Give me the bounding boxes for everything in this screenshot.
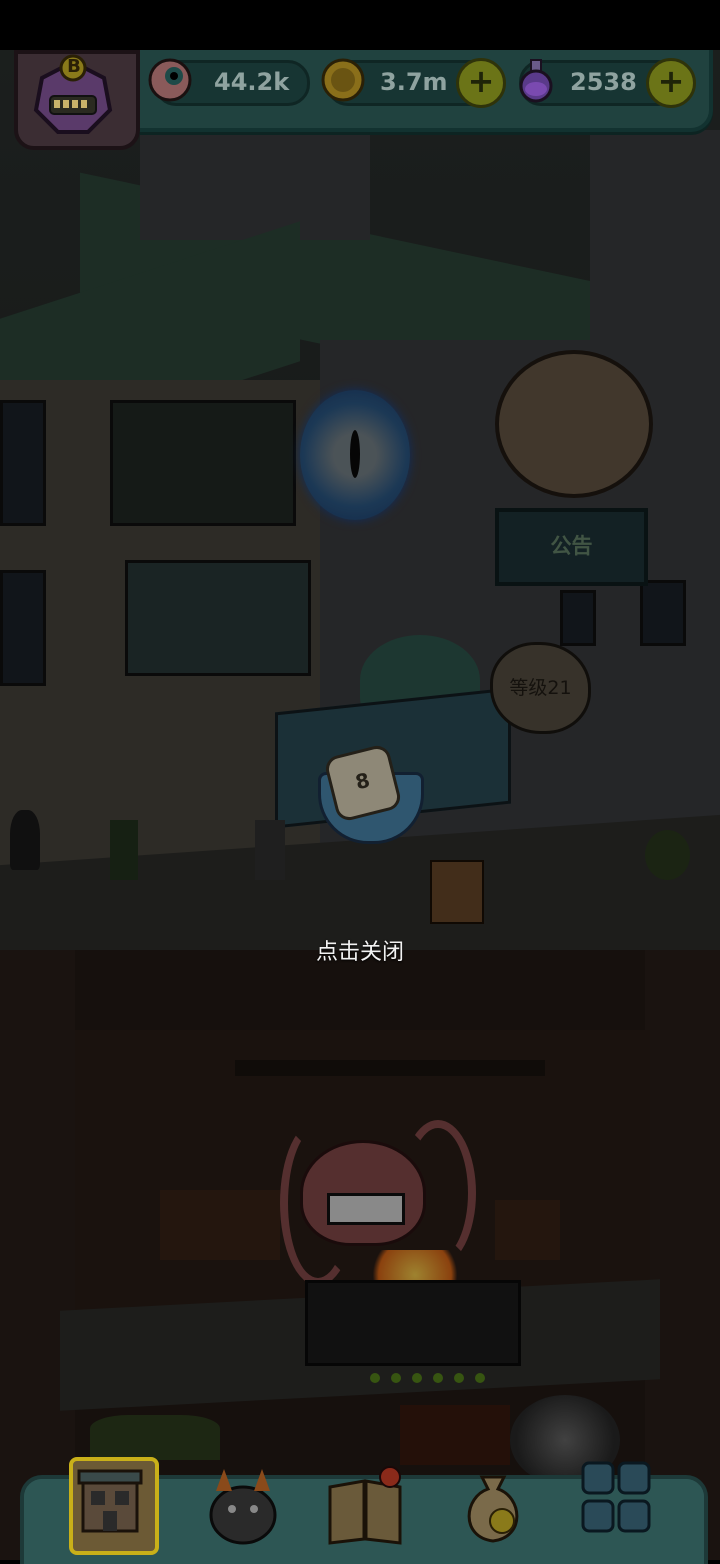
eye-portal[interactable]	[300, 390, 410, 520]
kitchen-counter	[495, 1200, 560, 1260]
customer-monster[interactable]	[10, 810, 40, 870]
floor-lights	[370, 1368, 510, 1383]
kitchen-shelf	[235, 1060, 545, 1076]
level-bubble[interactable]: 等级21	[490, 642, 591, 734]
game-scene[interactable]: 公告 等级21 8	[0, 50, 720, 1560]
customer-monster[interactable]	[110, 820, 138, 880]
building-tab[interactable]	[69, 1457, 159, 1555]
potion-icon	[512, 56, 560, 104]
book-tab[interactable]	[324, 1457, 406, 1547]
close-hint[interactable]: 点击关闭	[0, 934, 720, 966]
building-icon	[77, 1469, 143, 1533]
book-icon	[328, 1466, 402, 1545]
resource-bar: 44.2k 3.7m + 2538 + B	[0, 50, 720, 150]
money-bag-icon	[467, 1475, 519, 1543]
display-window	[125, 560, 311, 676]
dice-face: 8	[352, 767, 373, 795]
status-bar	[0, 0, 720, 50]
stove[interactable]	[305, 1280, 521, 1366]
level-label: 等级21	[509, 677, 572, 699]
monster-icon	[209, 1469, 277, 1545]
notice-board[interactable]: 公告	[495, 508, 648, 586]
resource-panel: 44.2k 3.7m + 2538 +	[110, 50, 713, 132]
right-back-building	[590, 130, 720, 350]
rock-wall-left	[0, 950, 75, 1560]
window	[640, 580, 686, 646]
kitchen-counter	[160, 1190, 280, 1260]
grid-tab[interactable]	[579, 1457, 661, 1547]
balloon-machine[interactable]	[495, 350, 653, 498]
customer-monster[interactable]	[645, 830, 690, 880]
octopus-teeth	[327, 1193, 405, 1225]
coins-value: 3.7m	[380, 68, 448, 96]
bottom-nav	[20, 1457, 708, 1564]
eyes-value: 44.2k	[214, 68, 290, 96]
eye-pupil	[350, 430, 360, 478]
customer-monster[interactable]	[255, 820, 285, 880]
plant-pile	[90, 1415, 220, 1460]
add-potions-button[interactable]: +	[646, 58, 696, 108]
menu-stand[interactable]	[430, 860, 484, 924]
coin-icon	[319, 56, 367, 104]
eyeball-icon	[146, 56, 194, 104]
octopus-chef[interactable]	[300, 1140, 426, 1246]
player-avatar[interactable]: B	[14, 50, 140, 150]
grid-icon	[581, 1461, 651, 1533]
window	[560, 590, 596, 646]
avatar-badge: B	[67, 56, 81, 77]
window	[0, 400, 46, 526]
add-coins-button[interactable]: +	[456, 58, 506, 108]
neon-sign	[110, 400, 296, 526]
bag-tab[interactable]	[452, 1457, 534, 1547]
window	[0, 570, 46, 686]
monster-tab[interactable]	[202, 1457, 284, 1547]
lower-room-object	[400, 1405, 510, 1465]
back-building	[140, 130, 370, 240]
potions-value: 2538	[570, 68, 637, 96]
notice-board-label: 公告	[550, 534, 593, 558]
